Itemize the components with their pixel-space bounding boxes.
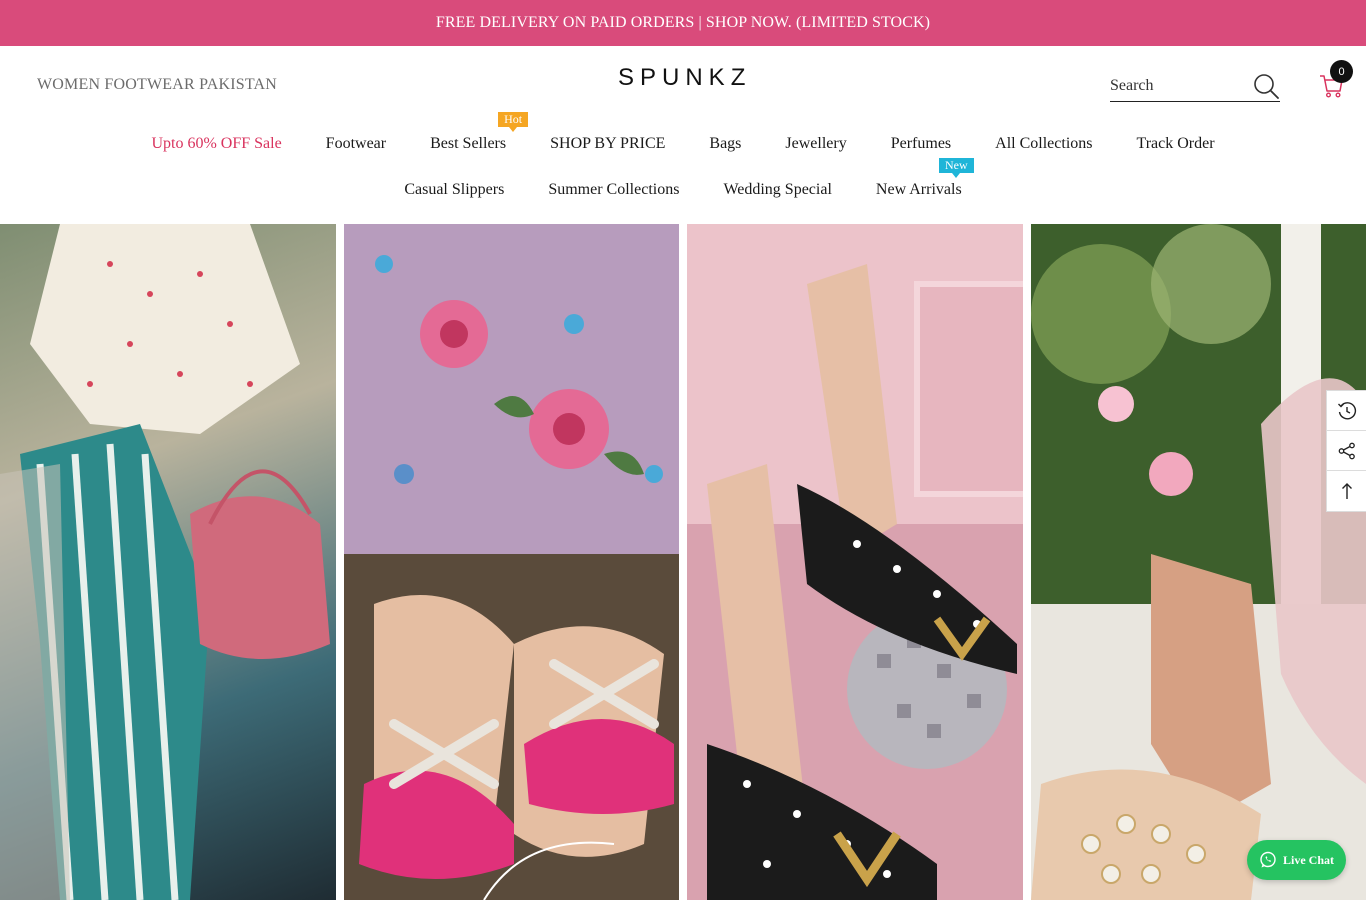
search-input[interactable] [1110,72,1240,100]
main-nav-row-2: Casual Slippers Summer Collections Weddi… [0,158,1366,202]
header-tagline: WOMEN FOOTWEAR PAKISTAN [37,76,278,93]
nav-item-footwear[interactable]: Footwear [304,132,408,156]
recently-viewed-icon [1338,401,1357,419]
announcement-bar[interactable]: FREE DELIVERY ON PAID ORDERS | SHOP NOW.… [0,0,1366,46]
hero-banner[interactable] [0,224,1366,900]
side-tools [1326,390,1366,512]
hero-image-outfit-bag[interactable] [0,224,336,900]
live-chat-label: Live Chat [1283,852,1334,867]
hero-image-jewelled-slides[interactable] [1031,224,1366,900]
hot-badge: Hot [498,112,529,132]
hero-image-polka-heels[interactable] [687,224,1023,900]
nav-item-wedding-special[interactable]: Wedding Special [701,178,853,202]
nav-item-shop-by-price[interactable]: SHOP BY PRICE [528,132,687,156]
nav-item-perfumes[interactable]: Perfumes [869,132,973,156]
recently-viewed-button[interactable] [1327,391,1366,431]
back-to-top-button[interactable] [1327,471,1366,511]
site-header: WOMEN FOOTWEAR PAKISTAN SPUNKZ 0 Upto 60… [0,46,1366,224]
live-chat-button[interactable]: Live Chat [1247,840,1346,880]
nav-item-all-collections[interactable]: All Collections [973,132,1114,156]
slides-illustration [1031,224,1366,900]
nav-item-jewellery[interactable]: Jewellery [763,132,868,156]
nav-item-new-arrivals[interactable]: New Arrivals New [854,158,984,202]
nav-item-track-order[interactable]: Track Order [1114,132,1236,156]
hero-image-crystal-sandals[interactable] [344,224,679,900]
whatsapp-icon [1260,851,1276,868]
search-icon[interactable] [1252,72,1280,100]
back-to-top-icon [1342,483,1352,499]
announcement-text[interactable]: FREE DELIVERY ON PAID ORDERS | SHOP NOW.… [436,14,930,32]
nav-item-sale[interactable]: Upto 60% OFF Sale [129,132,303,156]
share-icon [1338,442,1355,459]
heels-illustration [687,224,1023,900]
sandals-illustration [344,224,679,900]
nav-item-best-sellers[interactable]: Best Sellers Hot [408,112,529,156]
new-badge: New [939,158,974,178]
nav-item-bags[interactable]: Bags [687,132,763,156]
outfit-illustration [0,224,330,900]
search-box [1110,72,1280,102]
main-nav-row-1: Upto 60% OFF Sale Footwear Best Sellers H… [0,112,1366,156]
share-button[interactable] [1327,431,1366,471]
nav-item-casual-slippers[interactable]: Casual Slippers [382,178,526,202]
cart-count-badge[interactable]: 0 [1330,60,1353,83]
nav-item-summer-collections[interactable]: Summer Collections [526,178,701,202]
site-logo[interactable]: SPUNKZ [618,64,751,92]
